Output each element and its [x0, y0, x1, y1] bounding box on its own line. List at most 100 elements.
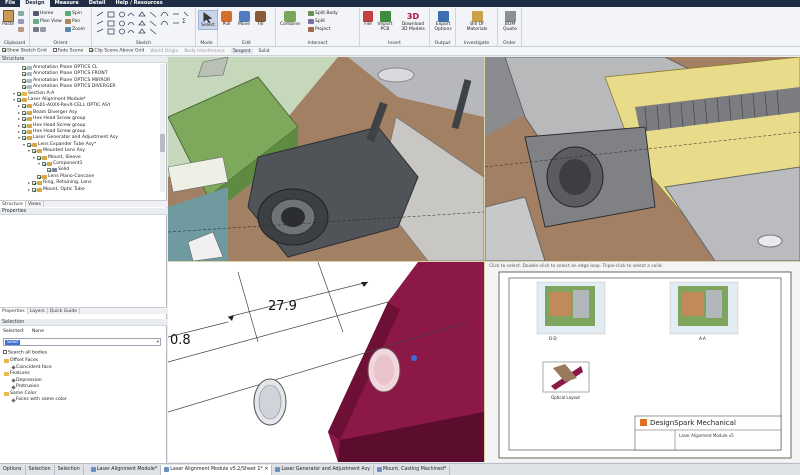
tree-row[interactable]: ▸ Mount, Optic Tube	[27, 187, 85, 193]
visibility-checkbox[interactable]	[22, 66, 26, 70]
tree-row[interactable]: ▸ Hex Head Screw group	[17, 116, 85, 122]
doc-tab-laser-generator[interactable]: Laser Generator and Adjustment Asy	[272, 464, 375, 475]
expand-toggle-icon[interactable]: ▾	[22, 142, 26, 148]
selection-item[interactable]: Coincident face	[11, 365, 52, 371]
tab-layers[interactable]: Layers	[28, 308, 48, 314]
world-origin-toggle[interactable]: World Origin	[150, 49, 178, 54]
menu-tab-file[interactable]: File	[0, 0, 20, 7]
project-button[interactable]: Project	[308, 27, 330, 32]
visibility-checkbox[interactable]	[22, 110, 26, 115]
fill-button[interactable]: Fill	[255, 11, 266, 27]
visibility-checkbox[interactable]	[22, 136, 26, 141]
tree-row[interactable]: Solid	[42, 167, 69, 173]
export-options-button[interactable]: Export Options	[432, 11, 454, 32]
dimension-27-9[interactable]: 27.9	[268, 299, 297, 314]
tree-row[interactable]: ▾ Mount, Sleeve	[32, 155, 81, 161]
tab-quick-guide[interactable]: Quick Guide	[48, 308, 81, 314]
move-button[interactable]: Move	[238, 11, 250, 27]
visibility-checkbox[interactable]	[17, 91, 21, 96]
tree-row[interactable]: ▸ Ring, Retaining, Lens	[27, 180, 91, 186]
tab-views[interactable]: Views	[26, 201, 44, 207]
visibility-checkbox[interactable]	[22, 78, 26, 83]
search-all-bodies-toggle[interactable]: Search all bodies	[3, 350, 47, 356]
pull-button[interactable]: Pull	[221, 11, 232, 27]
doc-tab-mount-casting[interactable]: Mount, Casting Machined*	[374, 464, 451, 475]
tree-row[interactable]: Lens Plano-Concave	[32, 174, 94, 180]
visibility-checkbox[interactable]	[27, 142, 31, 147]
body-interference-toggle[interactable]: Body Interference	[184, 49, 224, 54]
tab-properties[interactable]: Properties	[0, 308, 28, 314]
visibility-checkbox[interactable]	[32, 187, 36, 192]
fade-scene-toggle[interactable]: Fade Scene	[52, 48, 83, 54]
expand-toggle-icon[interactable]: ▸	[27, 180, 31, 186]
tree-row[interactable]: ▸ Hex Head Screw group	[17, 123, 85, 129]
visibility-checkbox[interactable]	[22, 130, 26, 134]
expand-toggle-icon[interactable]: ▸	[17, 110, 21, 116]
tree-row[interactable]: Annotation Plane OPTICS FRONT	[17, 71, 108, 77]
viewport-bottom-right[interactable]: Click to select. Double-click to select …	[485, 262, 800, 462]
split-body-button[interactable]: Split Body	[308, 11, 338, 16]
tree-row[interactable]: Annotation Plane OPTICS DIVERGER	[17, 84, 116, 90]
pan-button[interactable]: Pan	[65, 19, 80, 24]
tree-row[interactable]: ▾ Lens Expander Tube Asy*	[22, 142, 96, 148]
visibility-checkbox[interactable]	[37, 155, 41, 160]
menu-tab-detail[interactable]: Detail	[84, 0, 111, 7]
format-painter-icon[interactable]	[18, 27, 24, 32]
selection-group[interactable]: Same Color	[4, 391, 37, 397]
viewport-top-right[interactable]	[485, 57, 800, 261]
tree-row[interactable]: ▾ Section A-A	[12, 91, 54, 97]
sketch-tools-icon[interactable]: Σ	[95, 10, 193, 36]
doc-tab-laser-alignment[interactable]: Laser Alignment Module*	[88, 464, 162, 475]
split-button[interactable]: Split	[308, 19, 325, 24]
tab-selection-2[interactable]: Selection	[55, 464, 84, 475]
dimension-0-8[interactable]: 0.8	[170, 333, 191, 348]
visibility-checkbox[interactable]	[22, 85, 26, 90]
download-3d-button[interactable]: 3D Download 3D Models	[398, 11, 428, 32]
show-sketch-grid-toggle[interactable]: Show Sketch Grid	[2, 48, 47, 54]
selection-search-input[interactable]: Solid ▾	[3, 338, 161, 346]
paste-button[interactable]: Paste	[2, 10, 14, 27]
visibility-checkbox[interactable]	[47, 168, 51, 173]
expand-toggle-icon[interactable]: ▾	[32, 155, 36, 161]
expand-toggle-icon[interactable]: ▸	[17, 116, 21, 122]
clip-scene-toggle[interactable]: Clip Scene Above Grid	[89, 48, 144, 54]
tab-selection[interactable]: Selection	[26, 464, 55, 475]
tangent-toggle[interactable]: Tangent	[230, 48, 253, 54]
combine-button[interactable]: Combine	[280, 11, 300, 27]
visibility-checkbox[interactable]	[37, 174, 41, 179]
menu-tab-design[interactable]: Design	[20, 0, 50, 7]
visibility-checkbox[interactable]	[17, 98, 21, 102]
tree-row[interactable]: ▸ AG01-A0XX-RevX-CELL OPTIC ASY	[17, 103, 111, 109]
cut-icon[interactable]	[18, 11, 24, 16]
doc-tab-sheet[interactable]: Laser Alignment Module v5.2/Sheet 1* ×	[161, 464, 273, 475]
file-button[interactable]: File	[363, 11, 373, 27]
selection-group[interactable]: Offset Faces	[4, 358, 38, 364]
bill-of-materials-button[interactable]: Bill Of Materials	[460, 11, 494, 32]
visibility-checkbox[interactable]	[22, 72, 26, 77]
visibility-checkbox[interactable]	[22, 123, 26, 128]
viewport-top-left[interactable]	[168, 57, 484, 261]
menu-tab-help[interactable]: Help / Resources	[110, 0, 167, 7]
expand-toggle-icon[interactable]: ▸	[27, 187, 31, 193]
expand-toggle-icon[interactable]: ▾	[17, 135, 21, 141]
copy-icon[interactable]	[18, 19, 24, 24]
viewport-divider-v[interactable]	[484, 57, 485, 462]
view-tools[interactable]	[33, 27, 46, 32]
expand-toggle-icon[interactable]: ▸	[17, 129, 21, 135]
spin-button[interactable]: Spin	[65, 11, 82, 16]
selection-item[interactable]: Protrusion	[11, 384, 39, 390]
viewport-bottom-left[interactable]: 27.9 0.8	[168, 262, 484, 462]
expand-toggle-icon[interactable]: ▸	[17, 103, 21, 109]
visibility-checkbox[interactable]	[32, 181, 36, 186]
tree-row[interactable]: Annotation Plane OPTICS MIRROR	[17, 78, 110, 84]
visibility-checkbox[interactable]	[42, 162, 46, 166]
solid-toggle[interactable]: Solid	[259, 49, 270, 54]
selection-marker-icon[interactable]	[411, 355, 417, 361]
tree-row[interactable]: ▾ Laser Generator and Adjustment Asy	[17, 135, 118, 141]
dropdown-arrow-icon[interactable]: ▾	[157, 340, 159, 345]
expand-toggle-icon[interactable]: ▾	[12, 97, 16, 103]
selection-group[interactable]: Features	[4, 371, 30, 377]
plan-view-button[interactable]: Plan View	[33, 19, 62, 24]
expand-toggle-icon[interactable]: ▾	[12, 91, 16, 97]
tree-row[interactable]: ▾ Mounted Lens Asy	[27, 148, 85, 154]
